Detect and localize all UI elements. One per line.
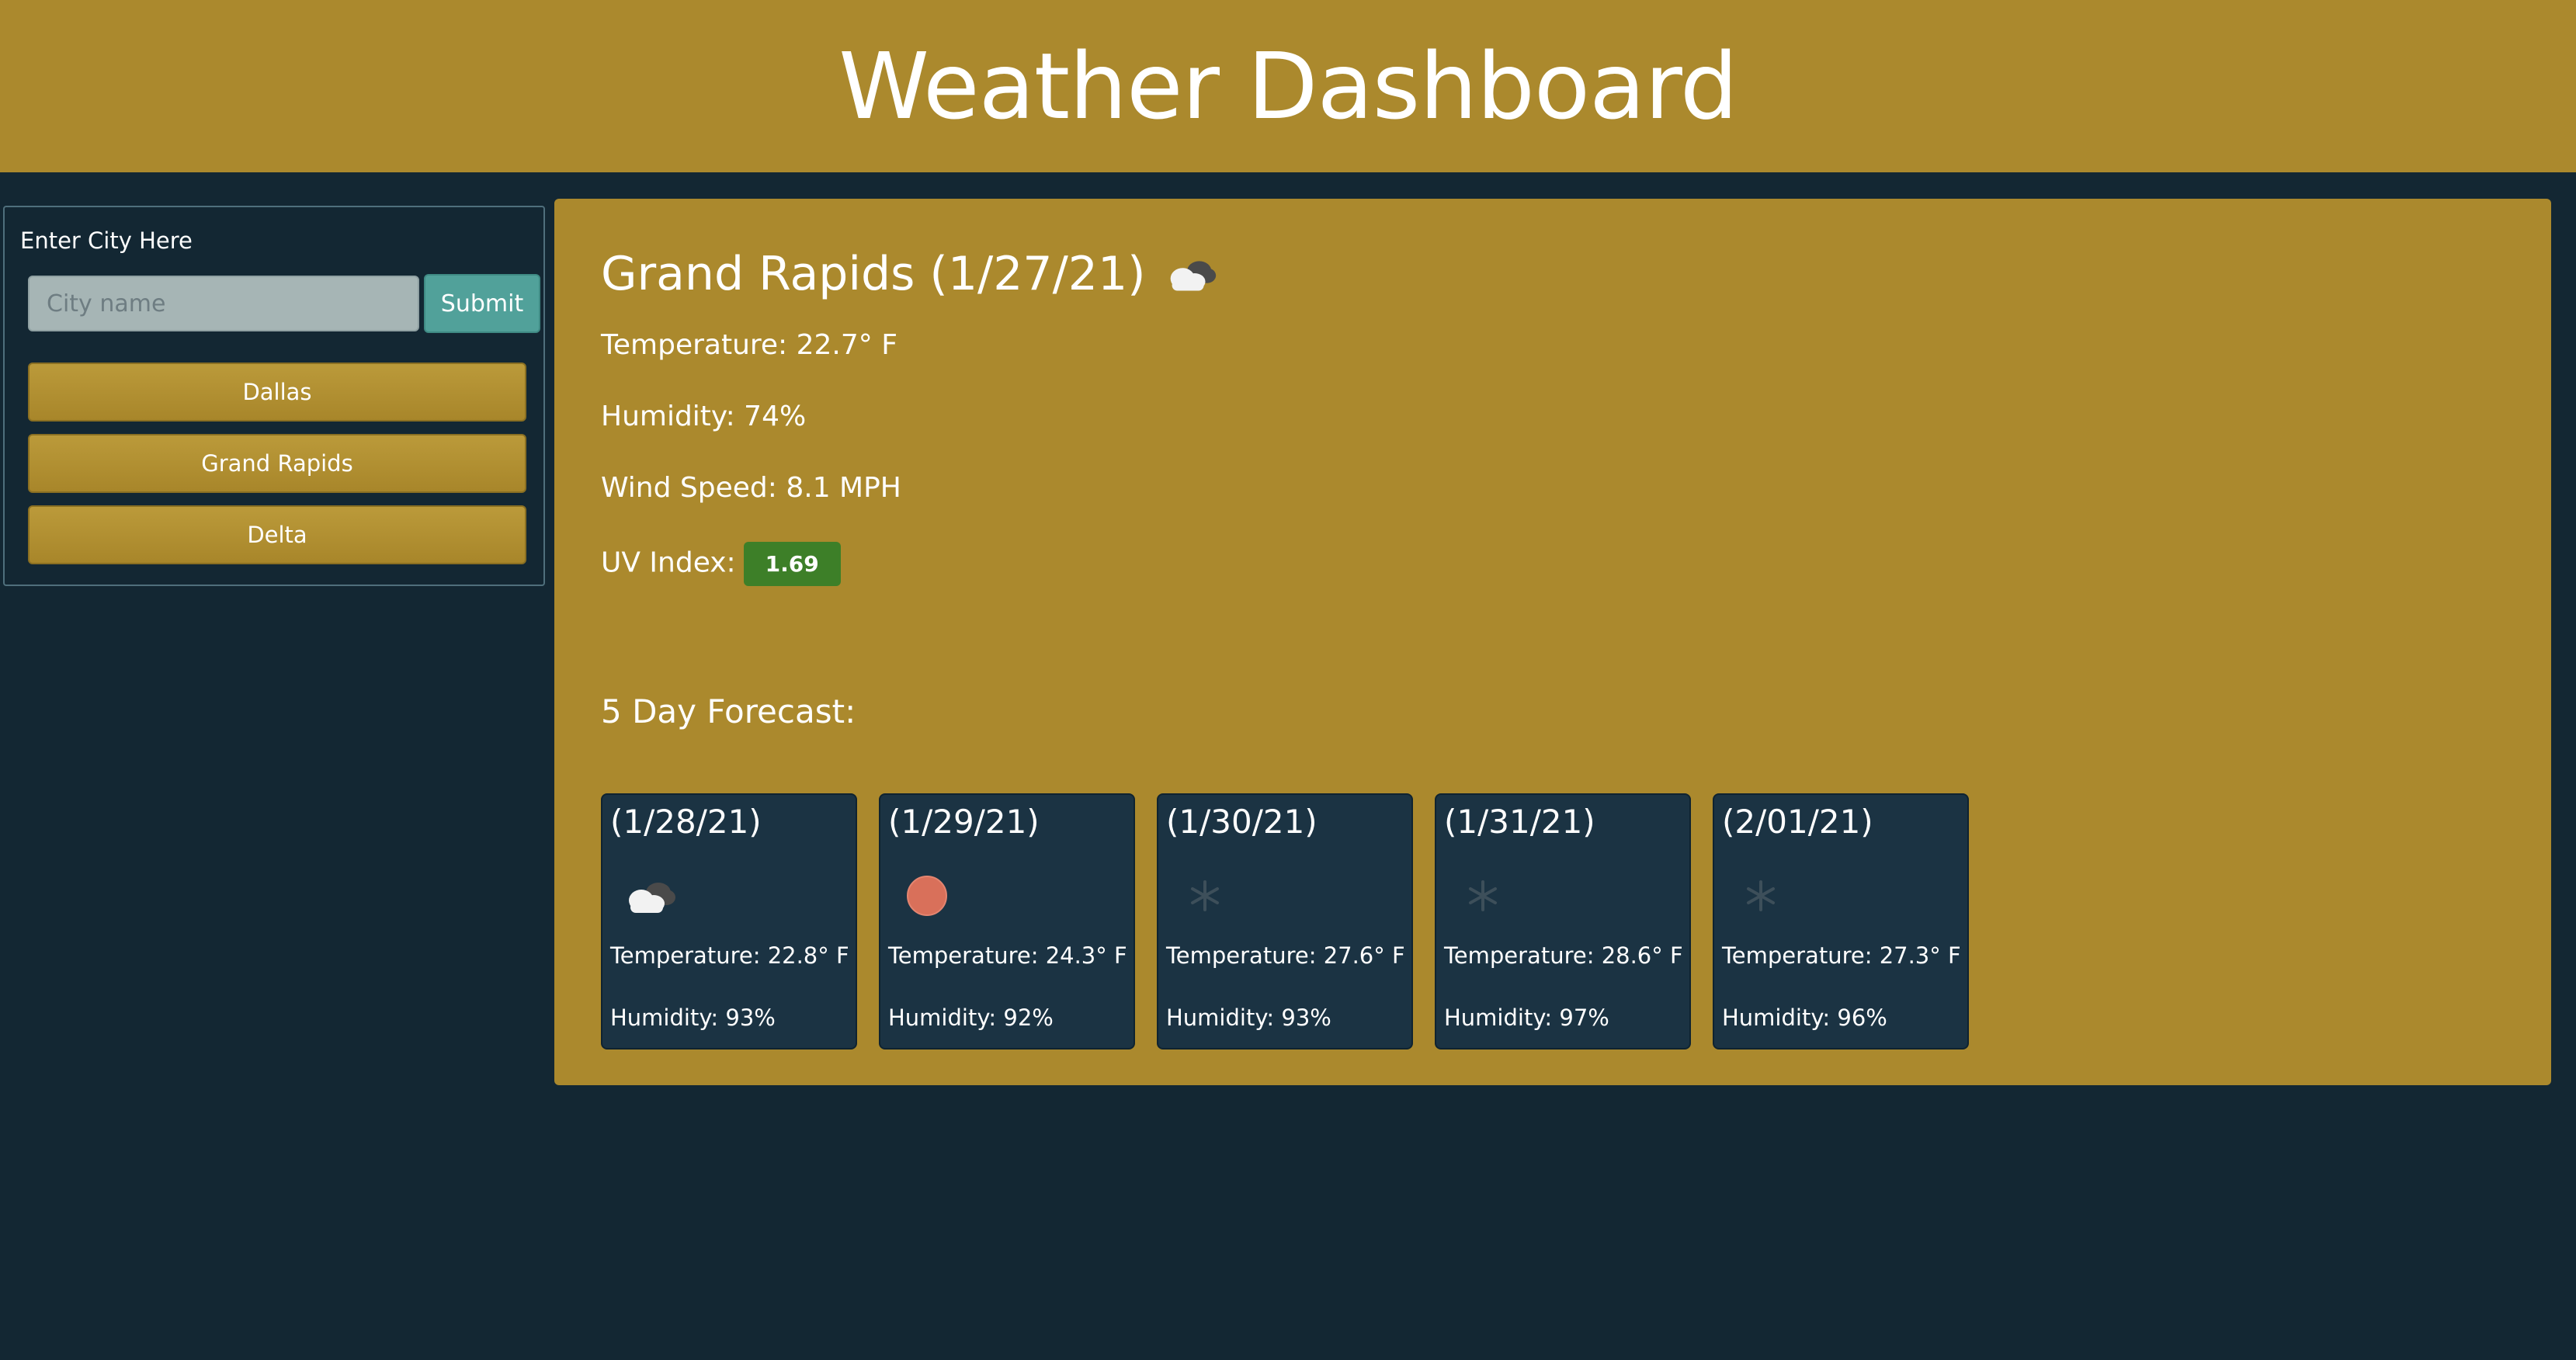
- cloudy-icon: [629, 883, 675, 913]
- forecast-humidity: Humidity: 97%: [1444, 1004, 1609, 1031]
- current-weather-heading: Grand Rapids (1/27/21): [601, 247, 1220, 301]
- history-city-button[interactable]: Delta: [28, 505, 526, 564]
- page-header: Weather Dashboard: [0, 0, 2576, 172]
- history-city-button[interactable]: Dallas: [28, 363, 526, 422]
- city-search-input[interactable]: [28, 276, 419, 331]
- snow-icon: [1469, 880, 1497, 911]
- history-city-button[interactable]: Grand Rapids: [28, 434, 526, 493]
- cloudy-icon: [1170, 261, 1216, 291]
- snow-icon: [1747, 880, 1775, 911]
- forecast-date: (1/30/21): [1166, 803, 1318, 841]
- uv-index-row: UV Index: 1.69: [601, 542, 841, 586]
- sun-icon: [907, 876, 947, 916]
- forecast-temperature: Temperature: 24.3° F: [888, 942, 1127, 969]
- forecast-card: (1/29/21) Temperature: 24.3° F Humidity:…: [879, 793, 1135, 1049]
- forecast-date: (1/28/21): [610, 803, 762, 841]
- forecast-temperature: Temperature: 22.8° F: [610, 942, 849, 969]
- forecast-date: (1/29/21): [888, 803, 1040, 841]
- current-humidity: Humidity: 74%: [601, 401, 807, 432]
- current-wind-speed: Wind Speed: 8.1 MPH: [601, 472, 901, 504]
- search-history-list: Dallas Grand Rapids Delta: [28, 363, 526, 577]
- snow-icon: [1191, 880, 1219, 911]
- current-city-date: Grand Rapids (1/27/21): [601, 247, 1146, 301]
- forecast-humidity: Humidity: 96%: [1722, 1004, 1887, 1031]
- current-temperature: Temperature: 22.7° F: [601, 329, 897, 361]
- forecast-temperature: Temperature: 27.3° F: [1722, 942, 1961, 969]
- forecast-title: 5 Day Forecast:: [601, 692, 856, 730]
- page-title: Weather Dashboard: [838, 33, 1738, 140]
- weather-panel: Grand Rapids (1/27/21) Temperature: 22.7…: [554, 199, 2551, 1085]
- forecast-card: (1/31/21) Temperature: 28.6° F Humidity:…: [1435, 793, 1691, 1049]
- forecast-date: (1/31/21): [1444, 803, 1595, 841]
- search-label: Enter City Here: [20, 227, 193, 254]
- forecast-humidity: Humidity: 93%: [1166, 1004, 1331, 1031]
- search-panel: Enter City Here Submit Dallas Grand Rapi…: [3, 206, 545, 586]
- uv-index-label: UV Index:: [601, 546, 736, 579]
- uv-index-badge: 1.69: [743, 542, 841, 586]
- forecast-card: (1/28/21) Temperature: 22.8° F Humidity:…: [601, 793, 857, 1049]
- forecast-card: (2/01/21) Temperature: 27.3° F Humidity:…: [1713, 793, 1969, 1049]
- forecast-card: (1/30/21) Temperature: 27.6° F Humidity:…: [1157, 793, 1413, 1049]
- forecast-row: (1/28/21) Temperature: 22.8° F Humidity:…: [601, 793, 1969, 1049]
- submit-button[interactable]: Submit: [424, 274, 540, 333]
- forecast-humidity: Humidity: 93%: [610, 1004, 776, 1031]
- forecast-temperature: Temperature: 28.6° F: [1444, 942, 1683, 969]
- forecast-temperature: Temperature: 27.6° F: [1166, 942, 1405, 969]
- forecast-humidity: Humidity: 92%: [888, 1004, 1054, 1031]
- forecast-date: (2/01/21): [1722, 803, 1873, 841]
